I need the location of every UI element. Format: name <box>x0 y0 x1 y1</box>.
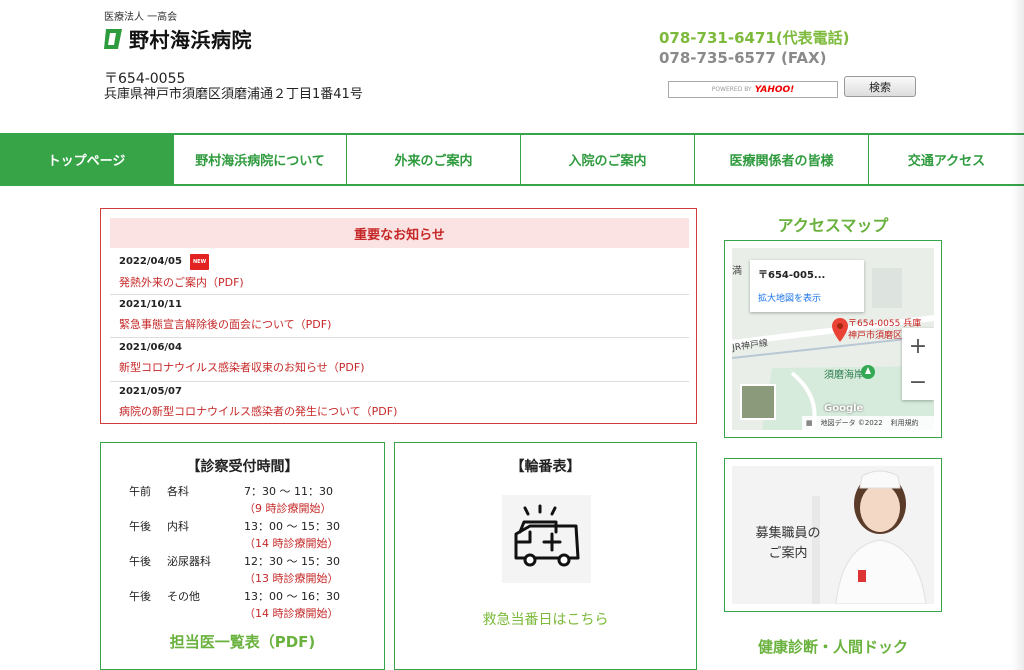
hours-dept: 内科 <box>167 520 189 533</box>
fax-number: 078-735-6577 (FAX) <box>659 49 827 67</box>
map-card-title: 〒654-005... <box>758 270 826 281</box>
access-map-title: アクセスマップ <box>777 216 889 235</box>
corporation-name: 医療法人 一高会 <box>104 12 178 23</box>
nav-item-inpatient[interactable]: 入院のご案内 <box>521 135 695 184</box>
nav-item-about[interactable]: 野村海浜病院について <box>174 135 347 184</box>
hospital-logo-icon <box>104 28 122 49</box>
notice-link[interactable]: 病院の新型コロナウイルス感染者の発生について（PDF) <box>119 405 680 419</box>
notice-link[interactable]: 新型コロナウイルス感染者収束のお知らせ（PDF) <box>119 361 680 375</box>
hours-time: 13：00 ～ 16：30 <box>244 590 340 603</box>
new-badge: NEW <box>189 254 210 270</box>
map-info-card: 〒654-005... 拡大地図を表示 <box>750 260 864 312</box>
map-terms-link[interactable]: 利用規約 <box>891 418 919 428</box>
recruitment-line: 募集職員の <box>755 526 821 541</box>
nav-item-medical-staff[interactable]: 医療関係者の皆様 <box>695 135 869 184</box>
nav-item-access[interactable]: 交通アクセス <box>869 135 1024 184</box>
important-notice-panel: 重要なお知らせ 2022/04/05 NEW 発熱外来のご案内（PDF) 202… <box>100 208 697 424</box>
hours-note: （14 時診療開始） <box>244 537 339 550</box>
hours-time: 7：30 ～ 11：30 <box>244 485 333 498</box>
map-label-beach: 須磨海岸 <box>824 370 864 381</box>
ambulance-icon <box>514 504 579 567</box>
notice-link[interactable]: 緊急事態宣言解除後の面会について（PDF) <box>119 318 680 332</box>
map-label: 満 <box>732 266 742 277</box>
hours-note: （13 時診療開始） <box>244 572 339 585</box>
consultation-hours-panel: 【診察受付時間】 午前 各科 7：30 ～ 11：30 （9 時診療開始） 午後… <box>100 442 385 670</box>
hours-row: 午後 内科 <box>129 518 189 534</box>
hours-row: 午後 その他 <box>129 588 200 604</box>
notice-title: 重要なお知らせ <box>110 218 689 248</box>
hours-period: 午後 <box>129 590 151 603</box>
hours-period: 午前 <box>129 485 151 498</box>
notice-date: 2022/04/05 <box>119 256 182 267</box>
location-pin-icon[interactable] <box>832 318 848 342</box>
nav-item-outpatient[interactable]: 外来のご案内 <box>347 135 521 184</box>
keyboard-icon[interactable]: ▦ <box>806 419 813 427</box>
zoom-out-button[interactable]: − <box>902 364 934 400</box>
search-input[interactable]: POWERED BY YAHOO! <box>668 81 838 98</box>
access-map[interactable]: 満 JR神戸線 須磨海岸 〒654-005... 拡大地図を表示 〒654-00… <box>724 240 942 438</box>
google-logo: Google <box>824 403 864 414</box>
emergency-title: 【輪番表】 <box>510 459 581 475</box>
powered-by-text: POWERED BY <box>711 86 752 93</box>
emergency-rota-panel: 【輪番表】 救急当番日はこちら <box>394 442 697 670</box>
map-enlarge-link[interactable]: 拡大地図を表示 <box>758 291 856 304</box>
yahoo-logo: YAHOO! <box>754 84 795 95</box>
notice-link[interactable]: 発熱外来のご案内（PDF) <box>119 276 680 290</box>
hospital-name: 野村海浜病院 <box>129 28 252 52</box>
map-footer: ▦ 地図データ ©2022 利用規約 <box>802 416 934 430</box>
park-pin-icon <box>861 365 875 379</box>
hours-row: 午前 各科 <box>129 483 189 499</box>
list-item: 2021/06/04 新型コロナウイルス感染者収束のお知らせ（PDF) <box>110 338 689 382</box>
search-button[interactable]: 検索 <box>844 76 916 97</box>
street-view-thumbnail[interactable] <box>740 384 776 420</box>
hours-dept: その他 <box>167 590 200 603</box>
notice-date: 2021/06/04 <box>119 342 182 353</box>
emergency-duty-link[interactable]: 救急当番日はこちら <box>395 609 696 629</box>
hours-title: 【診察受付時間】 <box>186 459 299 475</box>
hours-period: 午後 <box>129 555 151 568</box>
health-checkup-title[interactable]: 健康診断・人間ドック <box>724 636 942 657</box>
address: 兵庫県神戸市須磨区須磨浦通２丁目1番41号 <box>104 87 363 102</box>
main-nav: トップページ 野村海浜病院について 外来のご案内 入院のご案内 医療関係者の皆様… <box>0 133 1024 186</box>
phone-number: 078-731-6471(代表電話) <box>659 29 850 47</box>
hours-time: 12：30 ～ 15：30 <box>244 555 340 568</box>
recruitment-line: ご案内 <box>768 546 808 561</box>
hours-time: 13：00 ～ 15：30 <box>244 520 340 533</box>
list-item: 2021/10/11 緊急事態宣言解除後の面会について（PDF) <box>110 295 689 338</box>
scrollbar-shadow <box>1012 0 1024 670</box>
zoom-in-button[interactable]: + <box>902 328 934 364</box>
hours-dept: 泌尿器科 <box>167 555 211 568</box>
hospital-logo[interactable]: 野村海浜病院 <box>102 24 252 53</box>
notice-date: 2021/05/07 <box>119 385 182 397</box>
notice-list: 2022/04/05 NEW 発熱外来のご案内（PDF) 2021/10/11 … <box>110 251 689 424</box>
nav-item-top[interactable]: トップページ <box>0 135 174 184</box>
recruitment-text: 募集職員の ご案内 <box>746 524 830 564</box>
map-zoom-control: + − <box>902 328 934 400</box>
hours-row: 午後 泌尿器科 <box>129 553 211 569</box>
hours-note: （14 時診療開始） <box>244 607 339 620</box>
ambulance-icon-button[interactable] <box>502 495 591 583</box>
hours-dept: 各科 <box>167 485 189 498</box>
list-item: 2021/05/07 病院の新型コロナウイルス感染者の発生について（PDF) <box>110 382 689 424</box>
hours-note: （9 時診療開始） <box>244 502 332 515</box>
recruitment-banner[interactable]: 募集職員の ご案内 <box>724 458 942 612</box>
notice-date: 2021/10/11 <box>119 298 182 310</box>
map-data-credit: 地図データ ©2022 <box>820 419 883 427</box>
doctor-list-link[interactable]: 担当医一覧表（PDF) <box>101 631 384 652</box>
hours-period: 午後 <box>129 520 151 533</box>
list-item: 2022/04/05 NEW 発熱外来のご案内（PDF) <box>110 251 689 295</box>
